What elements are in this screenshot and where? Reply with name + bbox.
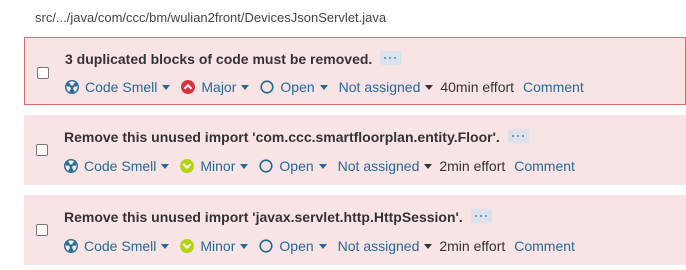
chevron-down-icon [161,243,170,249]
assignee-dropdown[interactable]: Not assigned [338,238,433,254]
code-smell-icon [65,80,79,94]
effort-label: 40min effort [440,79,515,95]
chevron-down-icon [318,243,327,249]
issue-meta: Code Smell Major Open Not assigned 40min [65,79,584,95]
minor-severity-icon [180,239,195,253]
chevron-down-icon [240,163,249,169]
issue-message[interactable]: Remove this unused import 'com.ccc.smart… [64,129,500,145]
type-label: Code Smell [85,79,158,95]
minor-severity-icon [180,159,195,173]
severity-dropdown[interactable]: Minor [180,238,249,254]
issue-meta: Code Smell Minor Open Not assigned 2min [64,238,575,254]
comment-link[interactable]: Comment [523,79,584,95]
chevron-down-icon [424,243,433,249]
chevron-down-icon [240,243,249,249]
comment-link[interactable]: Comment [514,238,575,254]
code-smell-icon [64,239,78,253]
status-label: Open [279,238,314,254]
assignee-label: Not assigned [337,238,420,254]
issue-checkbox[interactable] [36,144,48,156]
assignee-label: Not assigned [338,79,421,95]
chevron-down-icon [241,84,250,90]
chevron-down-icon [425,84,434,90]
assignee-dropdown[interactable]: Not assigned [339,79,434,95]
severity-label: Major [201,79,237,95]
more-options-icon[interactable] [507,129,529,144]
issue-message[interactable]: Remove this unused import 'javax.servlet… [64,209,463,225]
issue-item[interactable]: Remove this unused import 'com.ccc.smart… [24,115,686,185]
file-path: src/.../java/com/ccc/bm/wulian2front/Dev… [35,10,387,25]
code-smell-icon [64,159,78,173]
chevron-down-icon [161,163,170,169]
type-dropdown[interactable]: Code Smell [64,238,170,254]
status-label: Open [280,79,315,95]
effort-label: 2min effort [439,158,506,174]
type-label: Code Smell [84,238,157,254]
assignee-label: Not assigned [337,158,420,174]
open-status-icon [259,239,273,253]
chevron-down-icon [319,84,328,90]
open-status-icon [260,80,274,94]
issue-checkbox[interactable] [37,67,49,79]
issue-item[interactable]: Remove this unused import 'javax.servlet… [24,195,686,265]
chevron-down-icon [162,84,171,90]
status-dropdown[interactable]: Open [259,158,327,174]
chevron-down-icon [318,163,327,169]
issue-message-row: 3 duplicated blocks of code must be remo… [65,51,402,67]
assignee-dropdown[interactable]: Not assigned [338,158,433,174]
effort-label: 2min effort [439,238,506,254]
status-label: Open [279,158,314,174]
open-status-icon [259,159,273,173]
severity-label: Minor [200,238,236,254]
type-dropdown[interactable]: Code Smell [65,79,171,95]
issue-message[interactable]: 3 duplicated blocks of code must be remo… [65,51,372,67]
type-label: Code Smell [84,158,157,174]
type-dropdown[interactable]: Code Smell [64,158,170,174]
comment-link[interactable]: Comment [514,158,575,174]
status-dropdown[interactable]: Open [260,79,328,95]
chevron-down-icon [424,163,433,169]
severity-label: Minor [200,158,236,174]
severity-dropdown[interactable]: Minor [180,158,249,174]
major-severity-icon [181,80,196,94]
more-options-icon[interactable] [470,209,492,224]
more-options-icon[interactable] [380,51,402,66]
issue-message-row: Remove this unused import 'com.ccc.smart… [64,129,529,145]
issue-item[interactable]: 3 duplicated blocks of code must be remo… [24,37,686,105]
issue-checkbox[interactable] [36,224,48,236]
issue-message-row: Remove this unused import 'javax.servlet… [64,209,492,225]
issue-meta: Code Smell Minor Open Not assigned 2min [64,158,575,174]
severity-dropdown[interactable]: Major [181,79,250,95]
status-dropdown[interactable]: Open [259,238,327,254]
